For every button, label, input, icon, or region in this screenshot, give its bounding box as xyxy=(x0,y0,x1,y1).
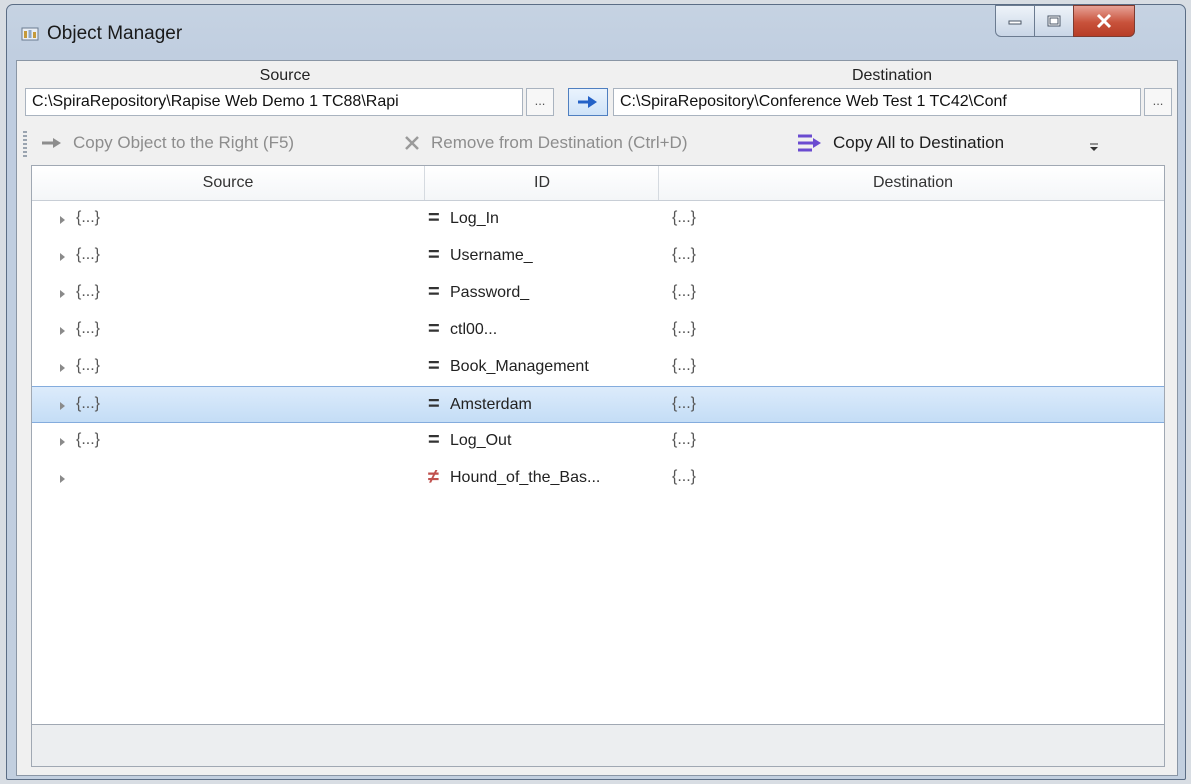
remove-from-destination-button[interactable]: Remove from Destination (Ctrl+D) xyxy=(403,129,688,157)
expand-arrow-icon[interactable] xyxy=(60,475,65,483)
id-cell: Amsterdam xyxy=(450,396,532,413)
copy-all-to-destination-label: Copy All to Destination xyxy=(833,133,1005,152)
expand-arrow-icon[interactable] xyxy=(60,253,65,261)
window-title: Object Manager xyxy=(47,23,183,44)
equal-icon: = xyxy=(428,393,440,415)
id-cell: Log_Out xyxy=(450,432,512,449)
client-area: Source Destination C:\SpiraRepository\Ra… xyxy=(16,60,1178,776)
source-cell: {...} xyxy=(76,209,101,226)
close-icon xyxy=(1096,13,1112,29)
destination-cell: {...} xyxy=(672,468,697,485)
destination-cell: {...} xyxy=(672,395,697,412)
table-row[interactable]: {...} = Log_In {...} xyxy=(32,201,1164,238)
destination-cell: {...} xyxy=(672,431,697,448)
objects-grid: Source ID Destination {...} = Log_In {...}{… xyxy=(31,165,1165,725)
destination-cell: {...} xyxy=(672,246,697,263)
source-label: Source xyxy=(259,67,311,84)
destination-path-field[interactable]: C:\SpiraRepository\Conference Web Test 1… xyxy=(613,88,1141,116)
equal-icon: = xyxy=(428,318,440,340)
not-equal-icon: ≠ xyxy=(428,466,439,488)
remove-x-icon xyxy=(403,135,421,151)
equal-icon: = xyxy=(428,355,440,377)
expand-arrow-icon[interactable] xyxy=(60,216,65,224)
remove-from-destination-label: Remove from Destination (Ctrl+D) xyxy=(431,133,688,152)
source-browse-button[interactable]: ... xyxy=(526,88,554,116)
table-row[interactable]: {...} = ctl00... {...} xyxy=(32,312,1164,349)
equal-icon: = xyxy=(428,207,440,229)
table-row[interactable]: {...} = Amsterdam {...} xyxy=(32,386,1164,423)
destination-cell: {...} xyxy=(672,209,697,226)
id-cell: ctl00... xyxy=(450,321,498,338)
id-cell: Username_ xyxy=(450,247,533,264)
destination-cell: {...} xyxy=(672,283,697,300)
copy-object-right-button[interactable]: Copy Object to the Right (F5) xyxy=(41,129,294,157)
copy-all-icon xyxy=(797,132,823,154)
expand-arrow-icon[interactable] xyxy=(60,290,65,298)
source-cell: {...} xyxy=(76,395,101,412)
arrow-right-icon xyxy=(578,96,597,108)
toolbar-grip[interactable] xyxy=(23,131,27,157)
source-cell: {...} xyxy=(76,283,101,300)
minimize-button[interactable] xyxy=(995,5,1035,37)
table-row[interactable]: {...} = Username_ {...} xyxy=(32,238,1164,275)
column-header-id[interactable]: ID xyxy=(424,166,659,200)
expand-arrow-icon[interactable] xyxy=(60,364,65,372)
id-cell: Log_In xyxy=(450,210,499,227)
table-row[interactable]: {...} = Book_Management {...} xyxy=(32,349,1164,386)
arrow-right-icon xyxy=(41,137,63,149)
equal-icon: = xyxy=(428,244,440,266)
chevron-down-icon xyxy=(1090,143,1098,151)
column-header-source[interactable]: Source xyxy=(32,166,424,200)
destination-cell: {...} xyxy=(672,357,697,374)
object-manager-window: Object Manager Source Destination C:\Spi… xyxy=(6,4,1186,780)
toolbar: Copy Object to the Right (F5) Remove fro… xyxy=(17,125,1177,161)
table-row[interactable]: {...} = Password_ {...} xyxy=(32,275,1164,312)
copy-object-right-label: Copy Object to the Right (F5) xyxy=(73,133,295,152)
destination-browse-button[interactable]: ... xyxy=(1144,88,1172,116)
id-cell: Password_ xyxy=(450,284,530,301)
grid-rows: {...} = Log_In {...} {...} = Username_ {...} {..… xyxy=(32,201,1164,497)
destination-cell: {...} xyxy=(672,320,697,337)
expand-arrow-icon[interactable] xyxy=(60,438,65,446)
maximize-icon xyxy=(1047,15,1061,27)
id-cell: Book_Management xyxy=(450,358,589,375)
expand-arrow-icon[interactable] xyxy=(60,327,65,335)
details-pane xyxy=(31,725,1165,767)
source-cell: {...} xyxy=(76,246,101,263)
table-row[interactable]: ≠ Hound_of_the_Bas... {...} xyxy=(32,460,1164,497)
id-cell: Hound_of_the_Bas... xyxy=(450,469,601,486)
source-cell: {...} xyxy=(76,431,101,448)
minimize-icon xyxy=(1008,20,1022,25)
source-cell: {...} xyxy=(76,320,101,337)
equal-icon: = xyxy=(428,281,440,303)
equal-icon: = xyxy=(428,429,440,451)
toolbar-overflow-button[interactable] xyxy=(1089,139,1099,155)
column-header-destination[interactable]: Destination xyxy=(658,166,1164,200)
copy-all-to-destination-button[interactable]: Copy All to Destination xyxy=(797,129,1004,157)
source-cell: {...} xyxy=(76,357,101,374)
app-icon xyxy=(21,27,39,41)
destination-label: Destination xyxy=(851,67,933,84)
close-button[interactable] xyxy=(1073,5,1135,37)
title-bar[interactable]: Object Manager xyxy=(7,5,1185,59)
table-row[interactable]: {...} = Log_Out {...} xyxy=(32,423,1164,460)
grid-header: Source ID Destination xyxy=(32,166,1164,201)
sync-arrow-button[interactable] xyxy=(568,88,608,116)
source-path-field[interactable]: C:\SpiraRepository\Rapise Web Demo 1 TC8… xyxy=(25,88,523,116)
maximize-button[interactable] xyxy=(1034,5,1074,37)
expand-arrow-icon[interactable] xyxy=(60,402,65,410)
